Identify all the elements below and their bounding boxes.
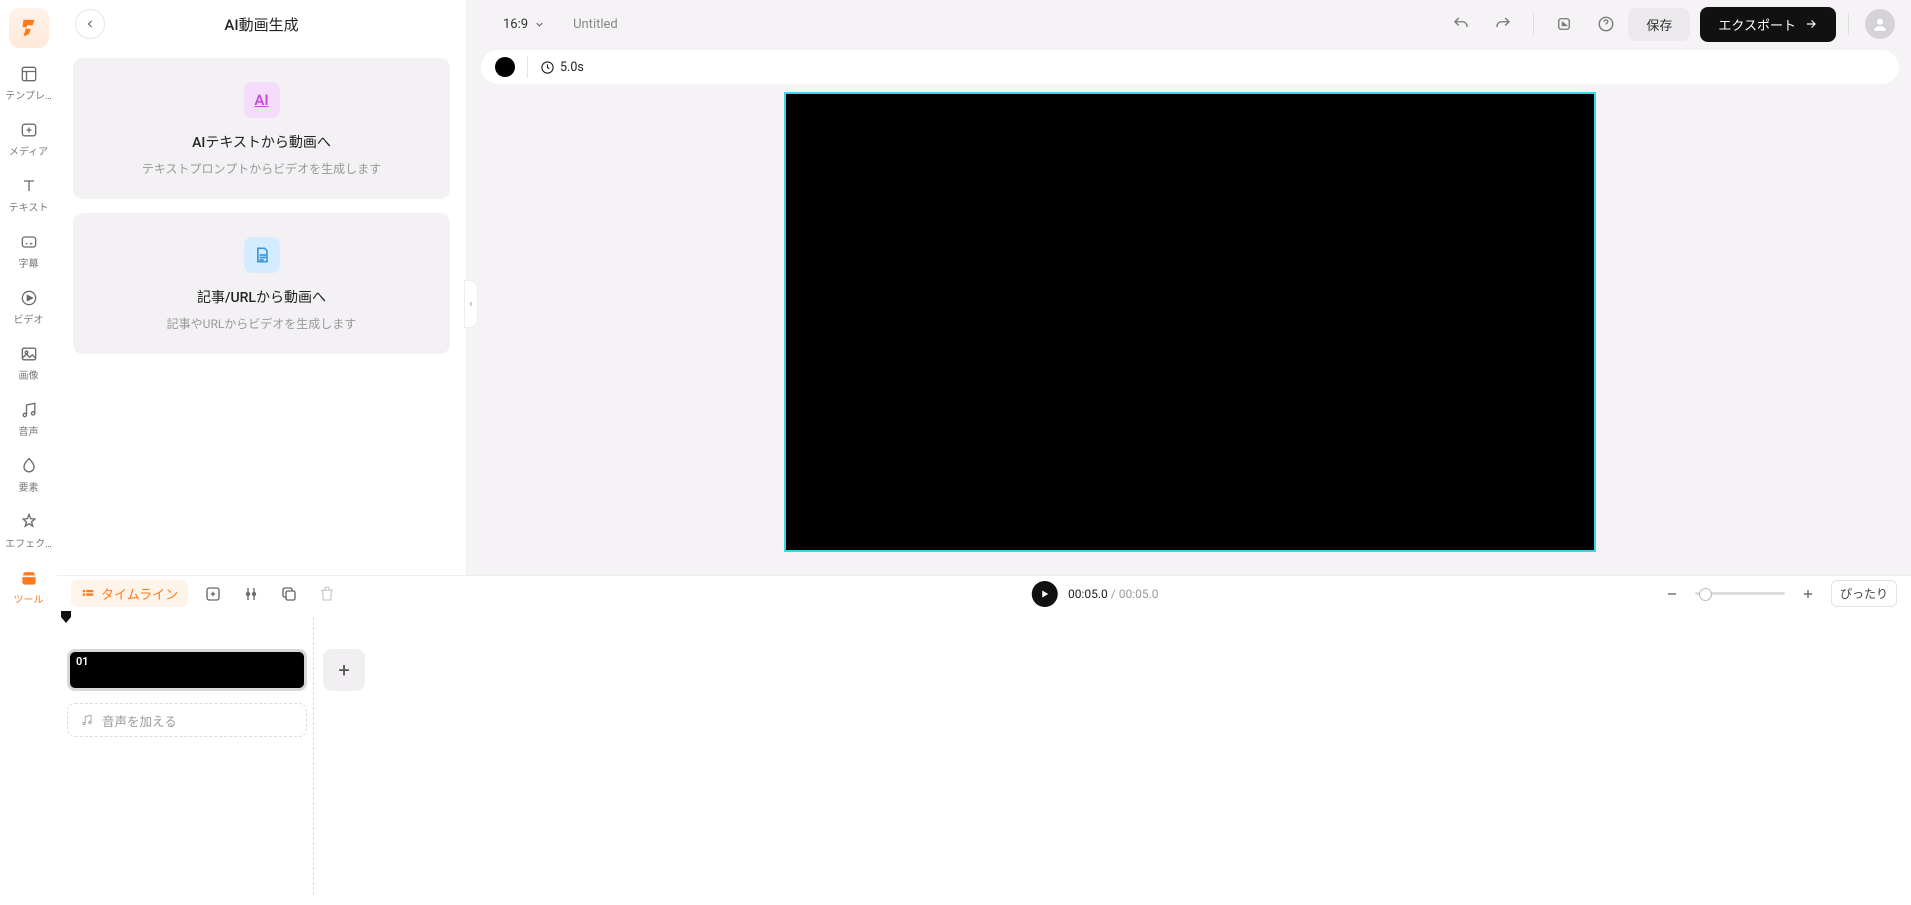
side-panel: AI動画生成 AI AIテキストから動画へ テキストプロンプトからビデオを生成し… [57,0,467,575]
rail-effects[interactable]: エフェク… [3,504,55,558]
card-article-url-to-video[interactable]: 記事/URLから動画へ 記事やURLからビデオを生成します [73,213,450,354]
rail-label: ツール [14,591,44,606]
music-note-icon [80,713,94,727]
user-avatar[interactable] [1865,9,1895,39]
left-rail: テンプレ… メディア テキスト 字幕 ビデオ 画像 音声 要素 エフェク… ツー… [0,0,57,905]
rail-media[interactable]: メディア [3,112,55,166]
duplicate-button[interactable] [276,581,302,607]
timeline-toggle[interactable]: タイムライン [71,580,188,607]
rail-tools[interactable]: ツール [3,560,55,614]
rail-label: テキスト [9,199,49,214]
playhead-icon[interactable] [61,611,71,623]
rail-templates[interactable]: テンプレ… [3,56,55,110]
document-icon [244,237,280,273]
rail-label: 要素 [19,479,39,494]
clock-icon [540,60,555,75]
timeline-divider [313,617,314,895]
zoom-out-button[interactable] [1659,581,1685,607]
color-swatch[interactable] [495,57,515,77]
timeline-area: 01 + 音声を加える [57,611,1911,905]
clip-number: 01 [76,655,89,668]
rail-label: 字幕 [19,255,39,270]
collapse-panel-button[interactable] [464,280,478,328]
project-title[interactable]: Untitled [573,17,1447,32]
rail-label: 音声 [19,423,39,438]
card-title: 記事/URLから動画へ [197,287,326,307]
rail-elements[interactable]: 要素 [3,448,55,502]
rail-text[interactable]: テキスト [3,168,55,222]
undo-button[interactable] [1447,10,1475,38]
timeline-icon [81,587,95,601]
help-button[interactable] [1592,10,1620,38]
rail-image[interactable]: 画像 [3,336,55,390]
rail-label: 画像 [19,367,39,382]
export-label: エクスポート [1718,15,1796,34]
current-time: 00:05.0 [1068,587,1108,601]
separator [527,56,528,78]
card-subtitle: テキストプロンプトからビデオを生成します [142,160,381,177]
save-button[interactable]: 保存 [1628,8,1690,41]
rail-label: ビデオ [14,311,44,326]
duration-value: 5.0s [560,60,584,75]
add-audio-label: 音声を加える [102,711,177,730]
canvas-area [481,92,1899,575]
add-button[interactable] [200,581,226,607]
crop-button[interactable] [1550,10,1578,38]
delete-button[interactable] [314,581,340,607]
playback-bar: タイムライン 00:05.0 / 00:05.0 ぴったり [57,575,1911,611]
separator [1848,13,1849,35]
split-button[interactable] [238,581,264,607]
rail-label: エフェク… [5,535,52,550]
duration-control[interactable]: 5.0s [540,60,584,75]
rail-label: メディア [9,143,48,158]
clip-info-strip: 5.0s [481,50,1899,84]
rail-audio[interactable]: 音声 [3,392,55,446]
back-button[interactable] [75,9,105,39]
video-canvas[interactable] [784,92,1596,552]
timeline-clip[interactable]: 01 [67,649,307,691]
zoom-slider[interactable] [1695,592,1785,595]
zoom-fit-button[interactable]: ぴったり [1831,580,1897,607]
add-audio-button[interactable]: 音声を加える [67,703,307,737]
panel-title: AI動画生成 [57,14,466,35]
total-time: 00:05.0 [1119,587,1159,601]
top-bar: 16:9 Untitled 保存 エクスポート [481,0,1911,48]
export-button[interactable]: エクスポート [1700,7,1836,42]
timeline-label: タイムライン [101,584,178,603]
rail-subtitles[interactable]: 字幕 [3,224,55,278]
separator [1533,13,1534,35]
aspect-ratio-selector[interactable]: 16:9 [497,13,551,36]
aspect-ratio-value: 16:9 [503,17,528,32]
zoom-in-button[interactable] [1795,581,1821,607]
redo-button[interactable] [1489,10,1517,38]
card-title: AIテキストから動画へ [192,132,331,152]
app-logo[interactable] [9,8,49,48]
arrow-right-icon [1804,17,1818,31]
play-button[interactable] [1032,581,1058,607]
add-clip-button[interactable]: + [323,649,365,691]
rail-label: テンプレ… [5,87,51,102]
chevron-down-icon [534,19,545,30]
rail-video[interactable]: ビデオ [3,280,55,334]
ai-icon: AI [244,82,280,118]
playback-time: 00:05.0 / 00:05.0 [1068,587,1159,601]
card-ai-text-to-video[interactable]: AI AIテキストから動画へ テキストプロンプトからビデオを生成します [73,58,450,199]
card-subtitle: 記事やURLからビデオを生成します [167,315,357,332]
